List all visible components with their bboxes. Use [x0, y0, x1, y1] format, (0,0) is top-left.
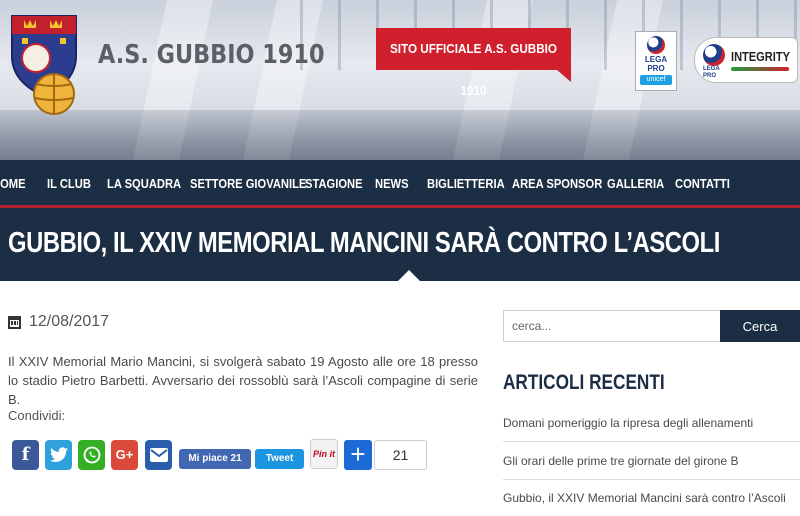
tweet-label: Tweet — [265, 453, 294, 464]
article-title: GUBBIO, IL XXIV MEMORIAL MANCINI SARÀ CO… — [8, 227, 720, 259]
legapro-logo-line2: PRO — [647, 64, 665, 73]
integrity-logo-line1: LEGA — [703, 66, 720, 72]
nav-item-galleria[interactable]: GALLERIA — [607, 160, 664, 205]
site-header: A.S. GUBBIO 1910 SITO UFFICIALE A.S. GUB… — [0, 0, 800, 160]
main-navigation: HOME IL CLUB LA SQUADRA SETTORE GIOVANIL… — [0, 160, 800, 208]
facebook-like-button[interactable]: Mi piace 21 — [179, 449, 251, 469]
google-plus-icon: G+ — [115, 447, 134, 462]
nav-item-stagione[interactable]: STAGIONE — [305, 160, 363, 205]
divider — [503, 441, 800, 442]
divider — [503, 479, 800, 480]
search-input[interactable] — [503, 310, 720, 342]
twitter-share-button[interactable] — [45, 440, 72, 470]
recent-article-link[interactable]: Gli orari delle prime tre giornate del g… — [503, 454, 800, 468]
twitter-icon — [49, 447, 68, 463]
club-crest-logo[interactable] — [8, 12, 80, 120]
whatsapp-icon — [83, 446, 100, 464]
like-label: Mi piace 21 — [188, 453, 242, 464]
recent-article-link[interactable]: Gubbio, il XXIV Memorial Mancini sarà co… — [503, 491, 800, 505]
nav-item-contatti[interactable]: CONTATTI — [675, 160, 730, 205]
integrity-word: INTEGRITY — [731, 49, 790, 64]
tweet-button[interactable]: Tweet — [255, 449, 304, 469]
integrity-logo[interactable]: LEGA PRO INTEGRITY — [694, 37, 798, 83]
pinit-label: Pin it — [313, 449, 335, 459]
nav-item-home[interactable]: HOME — [0, 160, 26, 205]
plus-icon: + — [350, 439, 366, 469]
site-name[interactable]: A.S. GUBBIO 1910 — [98, 40, 325, 70]
nav-item-news[interactable]: NEWS — [375, 160, 409, 205]
whatsapp-share-button[interactable] — [78, 440, 105, 470]
nav-item-il-club[interactable]: IL CLUB — [47, 160, 91, 205]
email-share-button[interactable] — [145, 440, 172, 470]
official-site-label: SITO UFFICIALE A.S. GUBBIO 1910 — [389, 41, 558, 98]
facebook-share-button[interactable]: f — [12, 440, 39, 470]
mail-icon — [149, 448, 168, 462]
unicef-label: unicef — [640, 75, 672, 85]
legapro-unicef-logo[interactable]: LEGA PRO unicef — [635, 31, 677, 91]
article-date-row: 12/08/2017 — [8, 312, 109, 332]
search-button[interactable]: Cerca — [720, 310, 800, 342]
nav-item-la-squadra[interactable]: LA SQUADRA — [107, 160, 181, 205]
nav-item-settore-giovanile[interactable]: SETTORE GIOVANILE — [190, 160, 306, 205]
facebook-icon: f — [21, 444, 30, 465]
nav-item-biglietteria[interactable]: BIGLIETTERIA — [427, 160, 505, 205]
legapro-logo-line1: LEGA — [644, 55, 668, 64]
article-date: 12/08/2017 — [29, 313, 110, 330]
recent-article-link[interactable]: Domani pomeriggio la ripresa degli allen… — [503, 416, 800, 430]
pinterest-pin-button[interactable]: Pin it — [310, 439, 338, 469]
article-title-bar: GUBBIO, IL XXIV MEMORIAL MANCINI SARÀ CO… — [0, 208, 800, 282]
share-label: Condividi: — [8, 408, 66, 423]
official-site-banner: SITO UFFICIALE A.S. GUBBIO 1910 — [376, 28, 571, 98]
calendar-icon — [8, 315, 21, 329]
google-plus-share-button[interactable]: G+ — [111, 440, 138, 470]
integrity-logo-line2: PRO — [703, 73, 717, 79]
recent-articles-title: ARTICOLI RECENTI — [503, 371, 665, 394]
share-count: 21 — [374, 440, 427, 470]
article-body: Il XXIV Memorial Mario Mancini, si svolg… — [8, 354, 478, 407]
more-share-button[interactable]: + — [344, 440, 372, 470]
nav-item-area-sponsor[interactable]: AREA SPONSOR — [512, 160, 602, 205]
